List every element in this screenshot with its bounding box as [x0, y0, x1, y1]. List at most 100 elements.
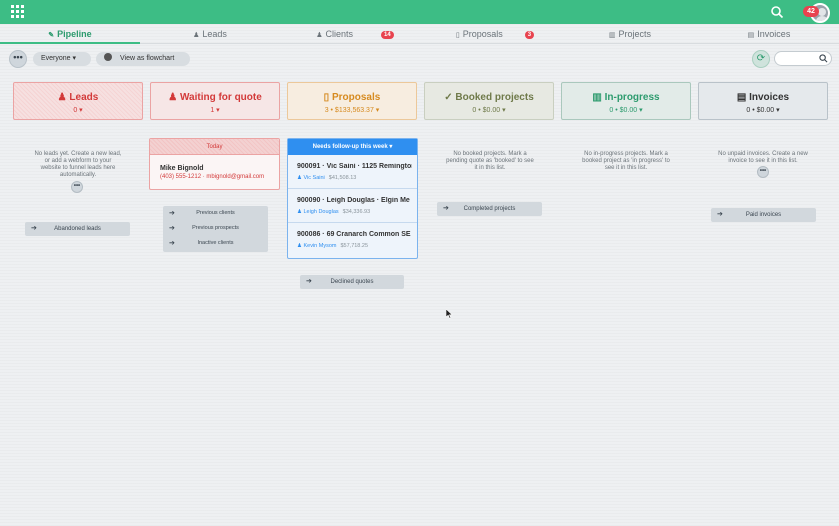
leads-more-button[interactable]: •••: [71, 181, 83, 193]
stage-invoices[interactable]: ▤ Invoices 0 • $0.00 ▾: [698, 82, 828, 120]
apps-grid-icon[interactable]: [11, 5, 24, 18]
quote-client: Leigh Douglas: [303, 209, 339, 215]
pipeline-search-input[interactable]: [774, 51, 832, 66]
stage-title: ♟ Waiting for quote: [168, 92, 262, 103]
quote-title: 900086 · 69 Cranarch Common SE: [297, 231, 411, 238]
arrow-right-icon: ➔: [306, 278, 312, 285]
link-label: Completed projects: [463, 206, 516, 212]
stage-leads[interactable]: ♟ Leads 0 ▾: [13, 82, 143, 120]
link-label: Paid invoices: [745, 212, 782, 218]
stage-value: 1 ▾: [210, 107, 220, 114]
view-as-flowchart-button[interactable]: View as flowchart: [96, 52, 190, 66]
person-icon: ♟: [316, 32, 323, 39]
arrow-right-icon: ➔: [169, 225, 175, 232]
stage-waiting-for-quote[interactable]: ♟ Waiting for quote 1 ▾: [150, 82, 280, 120]
stage-title: ▯ Proposals: [323, 92, 381, 103]
tab-leads[interactable]: ♟ Leads: [140, 26, 280, 44]
pipeline-icon: ✎: [48, 32, 55, 39]
stage-in-progress[interactable]: ▥ In-progress 0 • $0.00 ▾: [561, 82, 691, 120]
link-label: Declined quotes: [330, 279, 374, 285]
invoices-empty-message: No unpaid invoices. Create a new invoice…: [718, 151, 808, 164]
tab-label: Projects: [618, 29, 652, 39]
link-label: Inactive clients: [197, 240, 234, 246]
stage-name: Booked projects: [455, 92, 534, 103]
today-header: Today: [150, 139, 279, 155]
quote-client: Kevin Mysom: [303, 243, 337, 249]
stage-name: Waiting for quote: [179, 92, 262, 103]
today-lead-card[interactable]: Today Mike Bignold (403) 555-1212 · mbig…: [149, 138, 280, 190]
stage-value: 0 ▾: [73, 107, 83, 114]
pipeline-toolbar: ••• Everyone ▾ View as flowchart ⟳: [0, 49, 839, 69]
completed-projects-link[interactable]: ➔ Completed projects: [437, 202, 542, 216]
tab-label: Leads: [202, 29, 227, 39]
person-icon: ♟: [193, 32, 200, 39]
assignee-filter-dropdown[interactable]: Everyone ▾: [33, 52, 91, 66]
tab-pipeline[interactable]: ✎ Pipeline: [0, 26, 140, 44]
follow-up-filter-dropdown[interactable]: Needs follow-up this week ▾: [288, 139, 417, 155]
tab-projects[interactable]: ▥ Projects: [560, 26, 700, 44]
quote-client: Vic Saini: [303, 175, 325, 181]
stage-value: 0 • $0.00 ▾: [746, 107, 780, 114]
in-progress-empty-message: No in-progress projects. Mark a booked p…: [582, 151, 670, 171]
stage-title: ▤ Invoices: [736, 92, 790, 103]
quote-item[interactable]: 900090 · Leigh Douglas · Elgin Me ♟ Leig…: [288, 189, 417, 223]
inactive-clients-link[interactable]: ➔ Inactive clients: [163, 236, 268, 251]
quote-item[interactable]: 900086 · 69 Cranarch Common SE ♟ Kevin M…: [288, 223, 417, 257]
leads-empty-message: No leads yet. Create a new lead, or add …: [34, 151, 122, 178]
stage-title: ✓ Booked projects: [444, 92, 534, 103]
lead-contact[interactable]: (403) 555-1212 · mbignold@gmail.com: [160, 174, 264, 180]
clients-count-badge: 14: [381, 31, 394, 39]
tab-label: Clients: [325, 29, 354, 39]
tab-label: Pipeline: [57, 29, 92, 39]
notification-badge[interactable]: 42: [803, 6, 819, 17]
quote-amount: $41,508.13: [328, 175, 357, 181]
quote-item[interactable]: 900091 · Vic Saini · 1125 Remington ♟ Vi…: [288, 155, 417, 189]
declined-quotes-link[interactable]: ➔ Declined quotes: [300, 275, 404, 289]
stage-name: Leads: [69, 92, 99, 103]
tab-proposals[interactable]: ▯ Proposals 3: [425, 26, 565, 44]
flowchart-label: View as flowchart: [120, 55, 175, 62]
stage-title: ♟ Leads: [57, 92, 99, 103]
stage-name: Invoices: [749, 92, 790, 103]
stage-value: 0 • $0.00 ▾: [472, 107, 506, 114]
stage-value: 3 • $133,563.37 ▾: [324, 107, 380, 114]
refresh-icon[interactable]: ⟳: [752, 50, 770, 68]
paid-invoices-link[interactable]: ➔ Paid invoices: [711, 208, 816, 222]
abandoned-leads-link[interactable]: ➔ Abandoned leads: [25, 222, 130, 236]
document-icon: ▯: [455, 32, 460, 39]
stage-value: 0 • $0.00 ▾: [609, 107, 643, 114]
stage-booked-projects[interactable]: ✓ Booked projects 0 • $0.00 ▾: [424, 82, 554, 120]
tab-label: Invoices: [757, 29, 791, 39]
search-icon: [819, 54, 828, 63]
flowchart-icon: [104, 53, 112, 61]
tab-label: Proposals: [462, 29, 503, 39]
tab-invoices[interactable]: ▤ Invoices: [699, 26, 839, 44]
search-icon[interactable]: [770, 5, 784, 19]
mouse-cursor-icon: [446, 309, 453, 319]
tab-clients[interactable]: ♟ Clients 14: [285, 26, 425, 44]
quote-amount: $34,336.93: [342, 209, 371, 215]
quote-title: 900090 · Leigh Douglas · Elgin Me: [297, 197, 410, 204]
previous-links-group: ➔ Previous clients ➔ Previous prospects ➔ I…: [163, 206, 268, 252]
top-bar: 42: [0, 0, 839, 24]
previous-prospects-link[interactable]: ➔ Previous prospects: [163, 221, 268, 236]
stage-title: ▥ In-progress: [592, 92, 660, 103]
stage-name: Proposals: [331, 92, 381, 103]
building-icon: ▥: [608, 32, 616, 39]
arrow-right-icon: ➔: [443, 205, 449, 212]
arrow-right-icon: ➔: [31, 225, 37, 232]
quote-meta: ♟ Vic Saini $41,508.13: [297, 175, 356, 181]
stage-proposals[interactable]: ▯ Proposals 3 • $133,563.37 ▾: [287, 82, 417, 120]
follow-up-card: Needs follow-up this week ▾ 900091 · Vic…: [287, 138, 418, 259]
arrow-right-icon: ➔: [169, 240, 175, 247]
lead-name: Mike Bignold: [160, 165, 204, 172]
previous-clients-link[interactable]: ➔ Previous clients: [163, 206, 268, 221]
proposals-count-badge: 3: [524, 31, 535, 39]
stage-name: In-progress: [604, 92, 660, 103]
quote-meta: ♟ Leigh Douglas $34,336.93: [297, 209, 370, 215]
invoices-more-button[interactable]: •••: [757, 166, 769, 178]
link-label: Abandoned leads: [54, 226, 101, 232]
quote-title: 900091 · Vic Saini · 1125 Remington: [297, 163, 412, 170]
main-tabs: ✎ Pipeline ♟ Leads ♟ Clients 14 ▯ Proposals 3 …: [0, 26, 839, 44]
more-options-button[interactable]: •••: [9, 50, 27, 68]
